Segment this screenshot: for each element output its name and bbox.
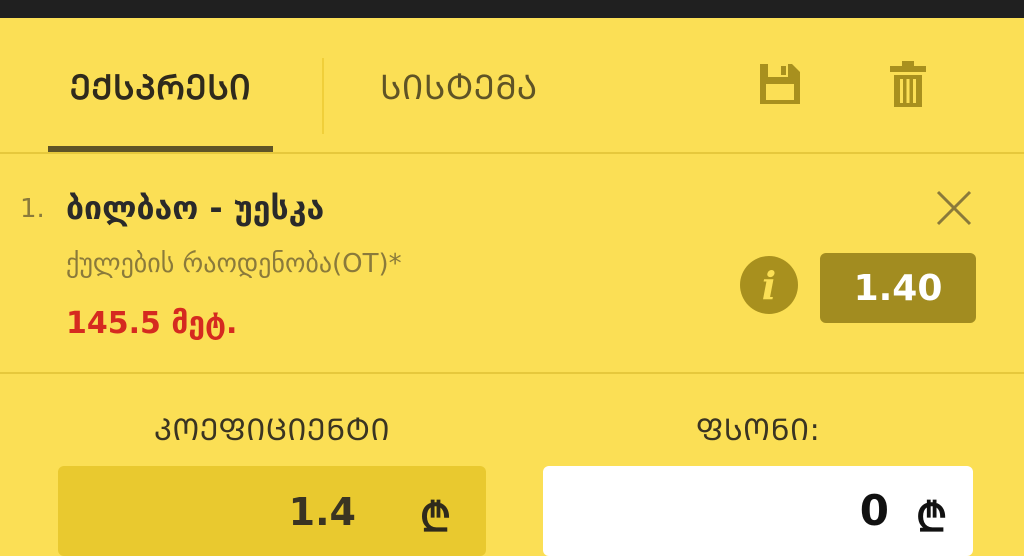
lari-icon: ₾	[420, 495, 451, 541]
trash-icon	[890, 61, 926, 107]
odd-chip: 1.40	[820, 253, 976, 323]
remove-bet-button[interactable]	[932, 186, 976, 230]
stake-input[interactable]: 0 ₾	[543, 466, 973, 556]
save-button[interactable]	[754, 58, 806, 110]
lari-icon: ₾	[916, 495, 947, 541]
coefficient-value: 1.4	[288, 490, 356, 534]
tab-express-label: ᲔᲥᲡᲞᲠᲔᲡᲘ	[69, 68, 252, 108]
betslip-header: ᲔᲥᲡᲞᲠᲔᲡᲘ ᲡᲘᲡᲢᲔᲛᲐ	[0, 18, 1024, 154]
info-button[interactable]: i	[740, 256, 798, 314]
close-icon	[936, 190, 972, 226]
bet-separator	[0, 372, 1024, 374]
bet-market: ქულების რაოდენობა(OT)*	[66, 249, 402, 279]
stake-label: ᲤᲡᲝᲜᲘ:	[695, 413, 821, 448]
header-separator	[0, 152, 1024, 154]
bet-index: 1.	[20, 194, 45, 224]
odd-value: 1.40	[853, 267, 943, 309]
bet-item: 1. ბილბაო - უესკა ქულების რაოდენობა(OT)*…	[0, 156, 1024, 372]
clear-betslip-button[interactable]	[882, 58, 934, 110]
coefficient-label: ᲙᲝᲔᲤᲘᲪᲘᲔᲜᲢᲘ	[153, 413, 391, 448]
tab-system-label: ᲡᲘᲡᲢᲔᲛᲐ	[380, 68, 538, 108]
coefficient-field: 1.4 ₾	[58, 466, 486, 556]
tab-system[interactable]: ᲡᲘᲡᲢᲔᲛᲐ	[340, 18, 590, 154]
info-icon: i	[761, 262, 777, 308]
save-icon	[760, 64, 800, 104]
tab-divider	[322, 58, 324, 134]
bet-event-name: ბილბაო - უესკა	[66, 189, 325, 227]
stake-value: 0	[859, 486, 889, 535]
bet-selection: 145.5 მეტ.	[66, 306, 238, 341]
status-bar	[0, 0, 1024, 18]
tab-express[interactable]: ᲔᲥᲡᲞᲠᲔᲡᲘ	[48, 18, 273, 154]
